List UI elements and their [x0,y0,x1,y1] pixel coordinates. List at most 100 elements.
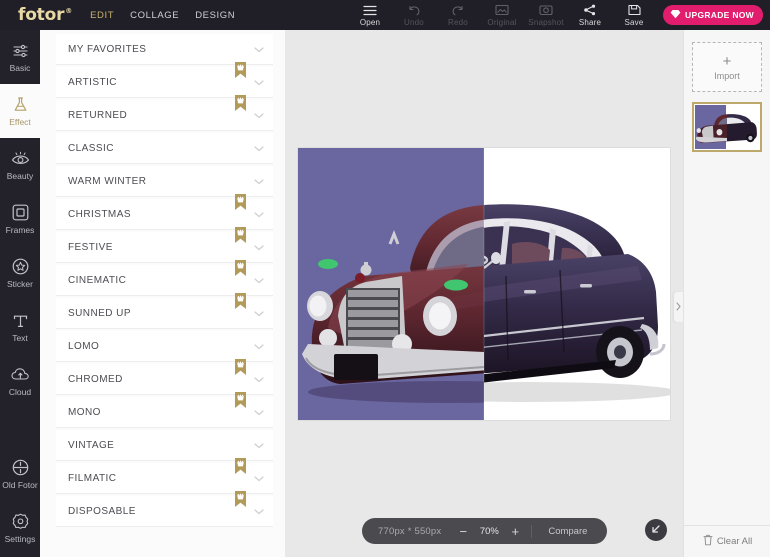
sidebar-item-beauty[interactable]: Beauty [0,138,40,192]
chevron-down-icon[interactable] [254,306,264,320]
effect-group-row[interactable]: FESTIVE [56,227,273,263]
effect-group-row[interactable]: MONO [56,392,273,428]
upgrade-now-button[interactable]: UPGRADE NOW [663,5,763,25]
sidebar-item-old-fotor[interactable]: Old Fotor [0,447,40,501]
effect-group-row[interactable]: ARTISTIC [56,62,273,98]
canvas-area[interactable]: 770px * 550px − 70% + Compare [285,30,683,557]
sidebar-label-sticker: Sticker [7,278,33,289]
effect-group-row[interactable]: MY FAVORITES [56,34,273,65]
premium-badge-icon [234,95,247,112]
left-rail: Basic Effect Beauty Frames Sticker Text … [0,30,40,557]
fit-to-screen-button[interactable] [645,519,667,541]
chevron-down-icon[interactable] [254,75,264,89]
zoom-in-button[interactable]: + [505,521,525,541]
share-icon [583,4,597,17]
open-button[interactable]: Open [348,0,392,30]
trash-icon [703,534,713,549]
photo-thumbnail[interactable] [692,102,762,152]
effect-group-row[interactable]: CHROMED [56,359,273,395]
import-label: Import [714,70,740,81]
save-button[interactable]: Save [612,0,656,30]
camera-icon [539,4,553,17]
chevron-down-icon[interactable] [254,174,264,188]
effect-group-label: MONO [68,406,101,418]
snapshot-label: Snapshot [528,17,564,27]
sidebar-item-sticker[interactable]: Sticker [0,246,40,300]
diamond-icon [670,8,681,22]
effect-group-row[interactable]: RETURNED [56,95,273,131]
undo-label: Undo [404,17,424,27]
chevron-down-icon[interactable] [254,339,264,353]
sidebar-item-cloud[interactable]: Cloud [0,354,40,408]
original-label: Original [487,17,517,27]
redo-button[interactable]: Redo [436,0,480,30]
sidebar-label-frames: Frames [5,224,35,235]
sidebar-item-effect[interactable]: Effect [0,84,40,138]
chevron-down-icon[interactable] [254,141,264,155]
nav-design[interactable]: DESIGN [195,10,235,21]
effect-group-row[interactable]: CHRISTMAS [56,194,273,230]
effect-group-row[interactable]: WARM WINTER [56,166,273,197]
save-disk-icon [627,4,641,17]
effect-group-label: ARTISTIC [68,76,117,88]
undo-icon [407,4,421,17]
chevron-down-icon[interactable] [254,372,264,386]
effect-group-row[interactable]: FILMATIC [56,458,273,494]
top-nav: EDIT COLLAGE DESIGN [90,10,235,21]
panel-collapse-handle[interactable] [674,292,683,322]
effect-group-panel[interactable]: MY FAVORITES ARTISTIC RETURNED CLASSIC WARM … [40,30,285,557]
sidebar-label-basic: Basic [9,62,31,73]
sidebar-item-text[interactable]: Text [0,300,40,354]
chevron-down-icon[interactable] [254,273,264,287]
fotor-editor-window: fotor® EDIT COLLAGE DESIGN Open Undo Red… [0,0,770,557]
premium-badge-icon [234,293,247,310]
nav-edit[interactable]: EDIT [90,10,114,21]
clear-all-button[interactable]: Clear All [684,525,770,557]
effect-group-label: VINTAGE [68,439,115,451]
nav-collage[interactable]: COLLAGE [130,10,179,21]
chevron-down-icon[interactable] [254,504,264,518]
left-rail-bottom: Old Fotor Settings [0,447,40,555]
effect-group-label: FILMATIC [68,472,117,484]
premium-badge-icon [234,260,247,277]
premium-badge-icon [234,227,247,244]
clear-all-label: Clear All [716,536,753,547]
chevron-down-icon[interactable] [254,471,264,485]
share-label: Share [578,17,602,27]
effect-group-list: MY FAVORITES ARTISTIC RETURNED CLASSIC WARM … [40,30,285,527]
import-button[interactable]: + Import [692,42,762,92]
effect-group-row[interactable]: CLASSIC [56,133,273,164]
premium-badge-icon [234,458,247,475]
sidebar-item-frames[interactable]: Frames [0,192,40,246]
compare-button[interactable]: Compare [538,526,603,537]
effect-group-row[interactable]: VINTAGE [56,430,273,461]
chevron-down-icon[interactable] [254,108,264,122]
chevron-down-icon[interactable] [254,240,264,254]
menu-icon [363,4,377,17]
chevron-down-icon[interactable] [254,207,264,221]
original-image-icon [495,4,509,17]
premium-badge-icon [234,392,247,409]
share-button[interactable]: Share [568,0,612,30]
original-button[interactable]: Original [480,0,524,30]
effect-group-row[interactable]: SUNNED UP [56,293,273,329]
chevron-down-icon[interactable] [254,42,264,56]
sidebar-item-settings[interactable]: Settings [0,501,40,555]
sidebar-item-basic[interactable]: Basic [0,30,40,84]
zoom-out-button[interactable]: − [453,521,473,541]
sidebar-label-settings: Settings [4,533,36,544]
effect-group-row[interactable]: LOMO [56,331,273,362]
chevron-down-icon[interactable] [254,438,264,452]
snapshot-button[interactable]: Snapshot [524,0,568,30]
effect-group-label: DISPOSABLE [68,505,136,517]
redo-icon [451,4,465,17]
effect-group-row[interactable]: CINEMATIC [56,260,273,296]
app-logo[interactable]: fotor® [18,5,72,25]
undo-button[interactable]: Undo [392,0,436,30]
effect-group-label: MY FAVORITES [68,43,147,55]
chevron-down-icon[interactable] [254,405,264,419]
effect-group-label: CHROMED [68,373,123,385]
effect-group-row[interactable]: DISPOSABLE [56,491,273,527]
edited-photo[interactable] [298,148,670,420]
right-panel: + Import Clear All [683,30,770,557]
